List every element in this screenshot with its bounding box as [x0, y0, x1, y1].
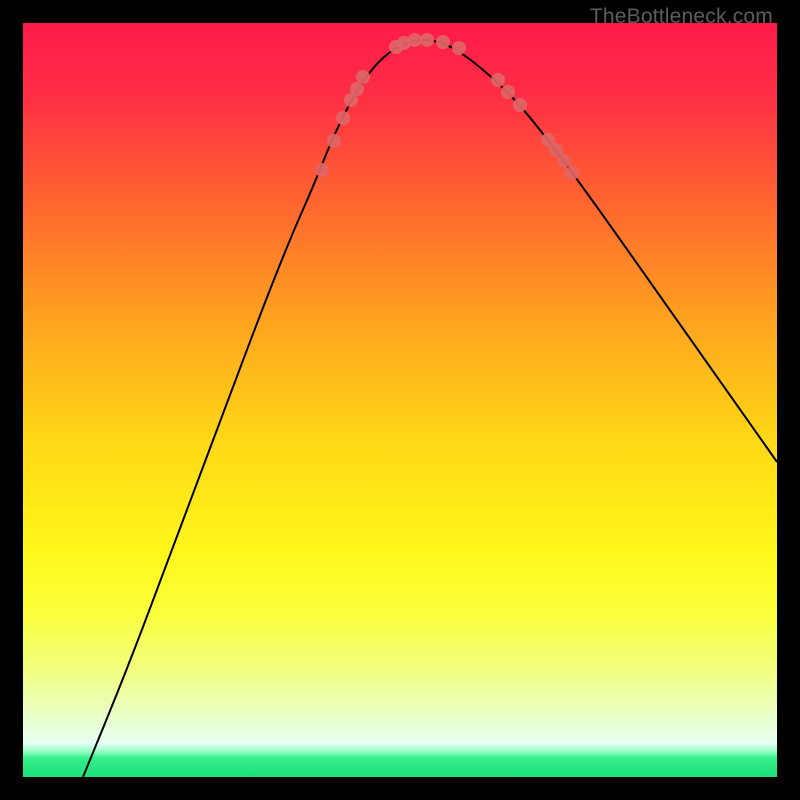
marker-right-1: [491, 73, 505, 87]
bottleneck-curve: [83, 40, 777, 777]
marker-bottom-5: [436, 35, 450, 49]
marker-left-5: [350, 82, 364, 96]
marker-group: [315, 33, 579, 180]
marker-bottom-4: [420, 33, 434, 47]
marker-bottom-6: [452, 41, 466, 55]
marker-left-3: [336, 111, 350, 125]
marker-right-7: [565, 166, 579, 180]
marker-bottom-3: [408, 33, 422, 47]
curve-layer: [23, 23, 777, 777]
plot-area: [23, 23, 777, 777]
marker-left-1: [315, 163, 329, 177]
marker-right-3: [513, 98, 527, 112]
watermark-text: TheBottleneck.com: [590, 5, 773, 29]
marker-right-6: [557, 154, 571, 168]
marker-left-2: [327, 134, 341, 148]
marker-right-2: [501, 85, 515, 99]
chart-frame: TheBottleneck.com: [0, 0, 800, 800]
marker-left-6: [356, 70, 370, 84]
